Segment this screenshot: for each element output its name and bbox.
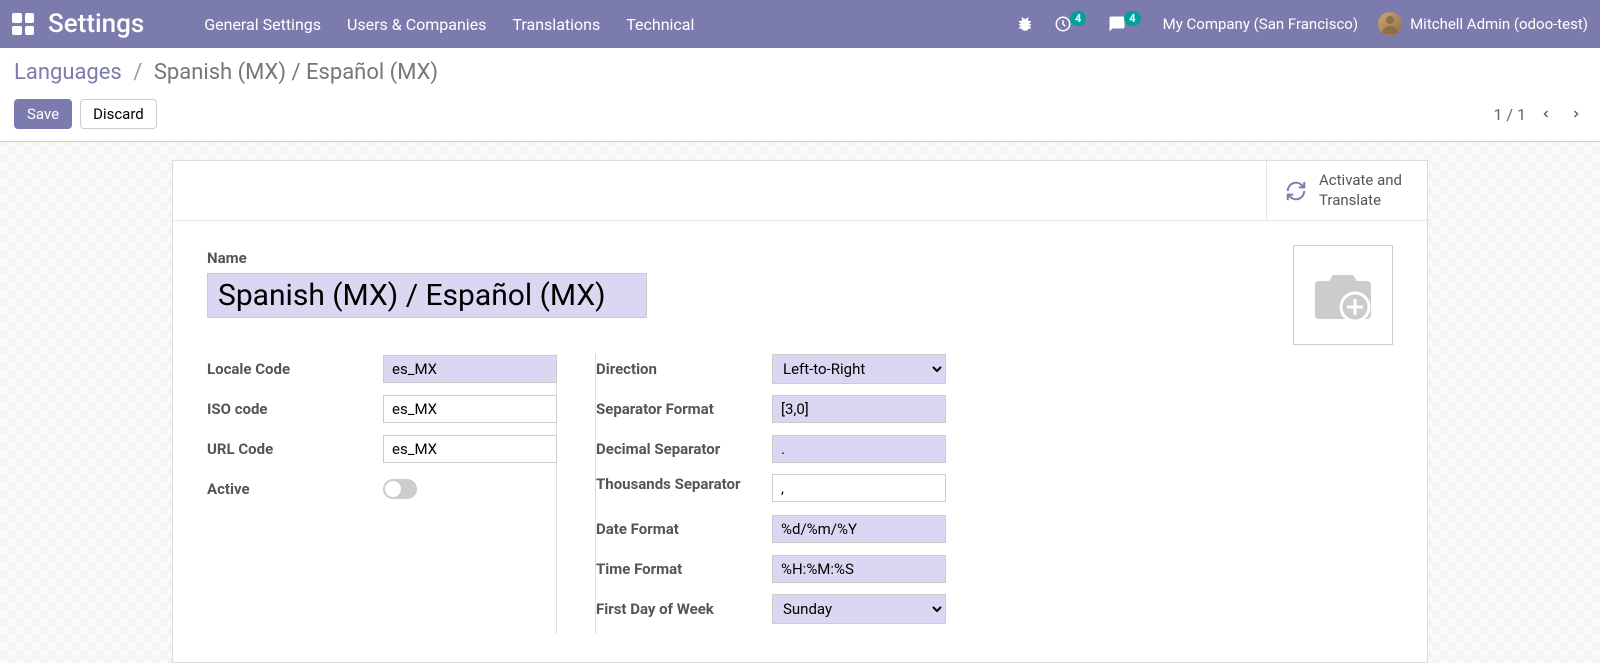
first-day-of-week-field[interactable]: Sunday	[772, 594, 946, 624]
label-iso-code: ISO code	[207, 400, 383, 418]
label-date-format: Date Format	[596, 520, 772, 538]
label-active: Active	[207, 480, 383, 498]
apps-icon[interactable]	[12, 13, 34, 35]
button-box: Activate and Translate	[173, 161, 1427, 221]
pager-prev-icon[interactable]	[1536, 101, 1556, 128]
separator-format-field[interactable]	[772, 395, 946, 423]
debug-icon[interactable]	[1016, 15, 1034, 33]
label-direction: Direction	[596, 360, 772, 378]
save-button[interactable]: Save	[14, 99, 72, 129]
menu-users-companies[interactable]: Users & Companies	[347, 15, 486, 34]
label-time-format: Time Format	[596, 560, 772, 578]
navbar-menu: General Settings Users & Companies Trans…	[204, 15, 694, 34]
systray: 4 4 My Company (San Francisco) Mitchell …	[1016, 12, 1588, 36]
form-col-right: Direction Left-to-Right Separator Format…	[595, 354, 995, 634]
breadcrumb-parent[interactable]: Languages	[14, 60, 122, 85]
discuss-icon[interactable]: 4	[1108, 15, 1142, 33]
label-name: Name	[207, 249, 1393, 267]
label-separator-format: Separator Format	[596, 400, 772, 418]
direction-field[interactable]: Left-to-Right	[772, 354, 946, 384]
pager-value: 1 / 1	[1493, 105, 1526, 124]
breadcrumb-current: Spanish (MX) / Español (MX)	[154, 60, 438, 85]
refresh-icon	[1285, 180, 1307, 202]
company-name: My Company (San Francisco)	[1163, 15, 1358, 33]
label-locale-code: Locale Code	[207, 360, 383, 378]
form-sheet: Activate and Translate Name Locale Code	[172, 160, 1428, 663]
discuss-badge: 4	[1124, 11, 1140, 26]
label-thousands-separator: Thousands Separator	[596, 474, 772, 494]
clock-badge: 4	[1070, 11, 1086, 26]
locale-code-field[interactable]	[383, 355, 557, 383]
control-panel: Languages / Spanish (MX) / Español (MX) …	[0, 48, 1600, 142]
active-toggle[interactable]	[383, 479, 417, 499]
form-col-left: Locale Code ISO code URL Code Active	[207, 354, 557, 634]
app-title: Settings	[48, 9, 144, 39]
menu-general-settings[interactable]: General Settings	[204, 15, 321, 34]
activate-translate-button[interactable]: Activate and Translate	[1266, 161, 1427, 220]
discard-button[interactable]: Discard	[80, 99, 157, 129]
user-name: Mitchell Admin (odoo-test)	[1410, 15, 1588, 33]
iso-code-field[interactable]	[383, 395, 557, 423]
image-upload[interactable]	[1293, 245, 1393, 345]
thousands-separator-field[interactable]	[772, 474, 946, 502]
time-format-field[interactable]	[772, 555, 946, 583]
name-field[interactable]	[207, 273, 647, 318]
date-format-field[interactable]	[772, 515, 946, 543]
label-decimal-separator: Decimal Separator	[596, 440, 772, 458]
label-url-code: URL Code	[207, 440, 383, 458]
avatar	[1378, 12, 1402, 36]
label-first-day-of-week: First Day of Week	[596, 600, 772, 618]
pager: 1 / 1	[1493, 101, 1586, 128]
company-switcher[interactable]: My Company (San Francisco)	[1163, 15, 1358, 33]
top-navbar: Settings General Settings Users & Compan…	[0, 0, 1600, 48]
pager-next-icon[interactable]	[1566, 101, 1586, 128]
breadcrumb: Languages / Spanish (MX) / Español (MX)	[14, 60, 1586, 85]
stat-button-label: Activate and Translate	[1319, 171, 1409, 210]
content: Activate and Translate Name Locale Code	[0, 142, 1600, 663]
menu-translations[interactable]: Translations	[512, 15, 600, 34]
camera-plus-icon	[1311, 267, 1375, 323]
user-menu[interactable]: Mitchell Admin (odoo-test)	[1378, 12, 1588, 36]
decimal-separator-field[interactable]	[772, 435, 946, 463]
clock-icon[interactable]: 4	[1054, 15, 1088, 33]
url-code-field[interactable]	[383, 435, 557, 463]
menu-technical[interactable]: Technical	[626, 15, 694, 34]
